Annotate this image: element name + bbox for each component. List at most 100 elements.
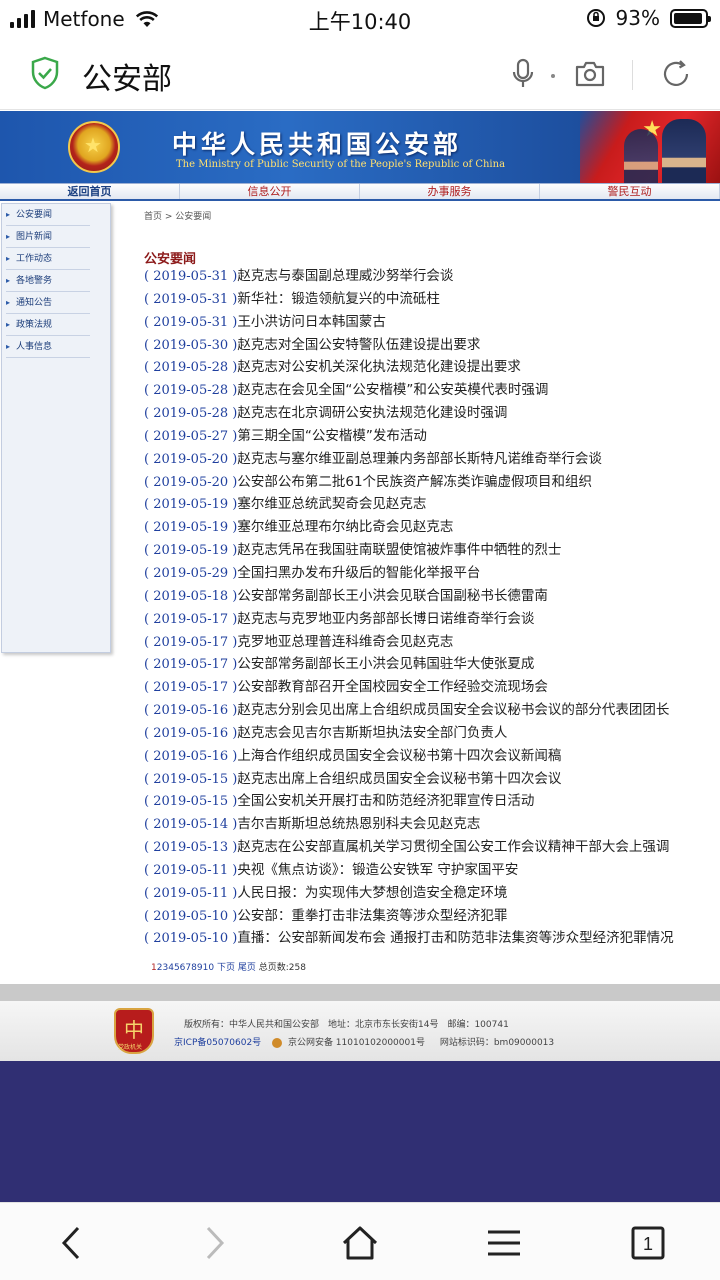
news-item[interactable]: ( 2019-05-11 )央视《焦点访谈》：锻造公安铁军 守护家国平安 [144, 859, 714, 882]
news-item[interactable]: ( 2019-05-10 )公安部：重拳打击非法集资等涉众型经济犯罪 [144, 905, 714, 928]
news-title-link[interactable]: 新华社：锻造领航复兴的中流砥柱 [237, 291, 440, 307]
menu-icon[interactable] [484, 1225, 524, 1261]
news-title-link[interactable]: 上海合作组织成员国安全会议秘书第十四次会议新闻稿 [237, 748, 561, 764]
sidebar-item-regulations[interactable]: 政策法规 [6, 314, 90, 336]
news-item[interactable]: ( 2019-05-14 )吉尔吉斯斯坦总统热恩别科夫会见赵克志 [144, 813, 714, 836]
news-title-link[interactable]: 赵克志与泰国副总理威沙努举行会谈 [237, 268, 453, 284]
news-title-link[interactable]: 赵克志在会见全国“公安楷模”和公安英模代表时强调 [237, 382, 548, 398]
next-page-link[interactable]: 下页 [217, 963, 235, 973]
news-title-link[interactable]: 公安部教育部召开全国校园安全工作经验交流现场会 [237, 679, 548, 695]
news-item[interactable]: ( 2019-05-16 )赵克志分别会见出席上合组织成员国安全会议秘书会议的部… [144, 699, 714, 722]
news-title-link[interactable]: 赵克志分别会见出席上合组织成员国安全会议秘书会议的部分代表团团长 [237, 702, 669, 718]
breadcrumb[interactable]: 首页 > 公安要闻 [144, 209, 211, 222]
news-item[interactable]: ( 2019-05-31 )王小洪访问日本韩国蒙古 [144, 311, 714, 334]
icp-link[interactable]: 京ICP备05070602号 [174, 1038, 261, 1048]
news-item[interactable]: ( 2019-05-15 )赵克志出席上合组织成员国安全会议秘书第十四次会议 [144, 768, 714, 791]
tabs-icon[interactable]: 1 [630, 1225, 666, 1261]
news-list: ( 2019-05-31 )赵克志与泰国副总理威沙努举行会谈( 2019-05-… [144, 265, 714, 950]
news-title-link[interactable]: 赵克志出席上合组织成员国安全会议秘书第十四次会议 [237, 771, 561, 787]
news-title-link[interactable]: 赵克志在公安部直属机关学习贯彻全国公安工作会议精神干部大会上强调 [237, 839, 669, 855]
police-record[interactable]: 京公网安备 11010102000001号 [288, 1038, 425, 1048]
news-date: ( 2019-05-10 ) [144, 931, 238, 947]
sidebar-item-work-updates[interactable]: 工作动态 [6, 248, 90, 270]
news-date: ( 2019-05-10 ) [144, 908, 238, 924]
news-title-link[interactable]: 第三期全国“公安楷模”发布活动 [237, 428, 427, 444]
government-logo-icon[interactable]: 中党政机关 [114, 1008, 154, 1054]
news-title-link[interactable]: 全国扫黑办发布升级后的智能化举报平台 [237, 565, 480, 581]
last-page-link[interactable]: 尾页 [238, 963, 256, 973]
news-item[interactable]: ( 2019-05-29 )全国扫黑办发布升级后的智能化举报平台 [144, 562, 714, 585]
address-bar[interactable]: 公安部 [0, 38, 720, 110]
news-item[interactable]: ( 2019-05-31 )赵克志与泰国副总理威沙努举行会谈 [144, 265, 714, 288]
news-title-link[interactable]: 公安部：重拳打击非法集资等涉众型经济犯罪 [237, 908, 507, 924]
sidebar-item-notices[interactable]: 通知公告 [6, 292, 90, 314]
news-title-link[interactable]: 央视《焦点访谈》：锻造公安铁军 守护家国平安 [237, 862, 518, 878]
news-title-link[interactable]: 王小洪访问日本韩国蒙古 [237, 314, 386, 330]
news-title-link[interactable]: 塞尔维亚总理布尔纳比奇会见赵克志 [237, 519, 453, 535]
nav-services[interactable]: 办事服务 [360, 184, 540, 199]
sidebar-item-photo-news[interactable]: 图片新闻 [6, 226, 90, 248]
news-title-link[interactable]: 赵克志与克罗地亚内务部部长博日诺维奇举行会谈 [237, 611, 534, 627]
news-item[interactable]: ( 2019-05-28 )赵克志在北京调研公安执法规范化建设时强调 [144, 402, 714, 425]
news-title-link[interactable]: 直播：公安部新闻发布会 通报打击和防范非法集资等涉众型经济犯罪情况 [237, 930, 673, 946]
nav-info-disclosure[interactable]: 信息公开 [180, 184, 360, 199]
footer-divider [0, 984, 720, 1001]
news-date: ( 2019-05-17 ) [144, 680, 238, 696]
news-title-link[interactable]: 人民日报：为实现伟大梦想创造安全稳定环境 [237, 885, 507, 901]
news-item[interactable]: ( 2019-05-16 )上海合作组织成员国安全会议秘书第十四次会议新闻稿 [144, 745, 714, 768]
news-date: ( 2019-05-14 ) [144, 817, 238, 833]
microphone-icon[interactable] [510, 58, 536, 90]
news-item[interactable]: ( 2019-05-17 )公安部常务副部长王小洪会见韩国驻华大使张夏成 [144, 653, 714, 676]
page-link[interactable]: 10 [203, 963, 214, 973]
news-item[interactable]: ( 2019-05-17 )赵克志与克罗地亚内务部部长博日诺维奇举行会谈 [144, 608, 714, 631]
news-item[interactable]: ( 2019-05-19 )赵克志凭吊在我国驻南联盟使馆被炸事件中牺牲的烈士 [144, 539, 714, 562]
news-item[interactable]: ( 2019-05-20 )公安部公布第二批61个民族资产解冻类诈骗虚假项目和组… [144, 471, 714, 494]
reload-icon[interactable] [660, 58, 692, 90]
sidebar-item-personnel[interactable]: 人事信息 [6, 336, 90, 358]
status-bar: Metfone 上午10:40 93% [0, 0, 720, 38]
news-title-link[interactable]: 赵克志凭吊在我国驻南联盟使馆被炸事件中牺牲的烈士 [237, 542, 561, 558]
news-title-link[interactable]: 赵克志与塞尔维亚副总理兼内务部部长斯特凡诺维奇举行会谈 [237, 451, 602, 467]
news-item[interactable]: ( 2019-05-10 )直播：公安部新闻发布会 通报打击和防范非法集资等涉众… [144, 927, 714, 950]
camera-icon[interactable] [574, 60, 606, 88]
news-date: ( 2019-05-17 ) [144, 634, 238, 650]
news-item[interactable]: ( 2019-05-17 )公安部教育部召开全国校园安全工作经验交流现场会 [144, 676, 714, 699]
news-title-link[interactable]: 公安部常务副部长王小洪会见联合国副秘书长德雷南 [237, 588, 548, 604]
news-item[interactable]: ( 2019-05-13 )赵克志在公安部直属机关学习贯彻全国公安工作会议精神干… [144, 836, 714, 859]
home-icon[interactable] [340, 1225, 380, 1261]
news-item[interactable]: ( 2019-05-27 )第三期全国“公安楷模”发布活动 [144, 425, 714, 448]
news-item[interactable]: ( 2019-05-16 )赵克志会见吉尔吉斯斯坦执法安全部门负责人 [144, 722, 714, 745]
news-title-link[interactable]: 塞尔维亚总统武契奇会见赵克志 [237, 496, 426, 512]
news-item[interactable]: ( 2019-05-20 )赵克志与塞尔维亚副总理兼内务部部长斯特凡诺维奇举行会… [144, 448, 714, 471]
shield-check-icon[interactable] [30, 56, 60, 90]
news-title-link[interactable]: 赵克志对公安机关深化执法规范化建设提出要求 [237, 359, 521, 375]
news-item[interactable]: ( 2019-05-11 )人民日报：为实现伟大梦想创造安全稳定环境 [144, 882, 714, 905]
news-item[interactable]: ( 2019-05-19 )塞尔维亚总统武契奇会见赵克志 [144, 493, 714, 516]
news-item[interactable]: ( 2019-05-31 )新华社：锻造领航复兴的中流砥柱 [144, 288, 714, 311]
forward-icon[interactable] [200, 1225, 230, 1261]
sidebar-item-local-police[interactable]: 各地警务 [6, 270, 90, 292]
news-item[interactable]: ( 2019-05-28 )赵克志对公安机关深化执法规范化建设提出要求 [144, 356, 714, 379]
news-item[interactable]: ( 2019-05-17 )克罗地亚总理普连科维奇会见赵克志 [144, 631, 714, 654]
news-title-link[interactable]: 吉尔吉斯斯坦总统热恩别科夫会见赵克志 [237, 816, 480, 832]
news-title-link[interactable]: 公安部常务副部长王小洪会见韩国驻华大使张夏成 [237, 656, 534, 672]
news-title-link[interactable]: 赵克志会见吉尔吉斯斯坦执法安全部门负责人 [237, 725, 507, 741]
back-icon[interactable] [56, 1225, 86, 1261]
site-banner: ★ 中华人民共和国公安部 The Ministry of Public Secu… [0, 111, 720, 183]
page-title[interactable]: 公安部 [82, 54, 172, 98]
news-item[interactable]: ( 2019-05-18 )公安部常务副部长王小洪会见联合国副秘书长德雷南 [144, 585, 714, 608]
news-item[interactable]: ( 2019-05-19 )塞尔维亚总理布尔纳比奇会见赵克志 [144, 516, 714, 539]
news-title-link[interactable]: 克罗地亚总理普连科维奇会见赵克志 [237, 634, 453, 650]
news-item[interactable]: ( 2019-05-15 )全国公安机关开展打击和防范经济犯罪宣传日活动 [144, 790, 714, 813]
police-emblem-icon: ★ [68, 121, 120, 173]
nav-interaction[interactable]: 警民互动 [540, 184, 720, 199]
news-date: ( 2019-05-16 ) [144, 703, 238, 719]
news-item[interactable]: ( 2019-05-30 )赵克志对全国公安特警队伍建设提出要求 [144, 334, 714, 357]
news-title-link[interactable]: 赵克志对全国公安特警队伍建设提出要求 [237, 337, 480, 353]
news-title-link[interactable]: 赵克志在北京调研公安执法规范化建设时强调 [237, 405, 507, 421]
news-title-link[interactable]: 公安部公布第二批61个民族资产解冻类诈骗虚假项目和组织 [237, 474, 592, 490]
news-item[interactable]: ( 2019-05-28 )赵克志在会见全国“公安楷模”和公安英模代表时强调 [144, 379, 714, 402]
sidebar-item-news[interactable]: 公安要闻 [6, 204, 90, 226]
news-title-link[interactable]: 全国公安机关开展打击和防范经济犯罪宣传日活动 [237, 793, 534, 809]
nav-home[interactable]: 返回首页 [0, 184, 180, 199]
